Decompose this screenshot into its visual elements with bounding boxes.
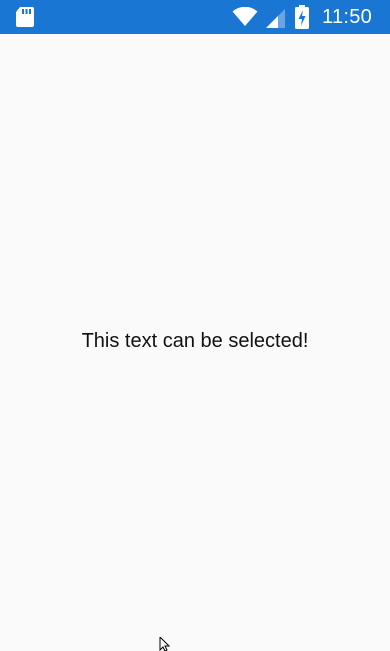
sd-card-icon (16, 7, 34, 27)
selectable-text-label[interactable]: This text can be selected! (0, 330, 390, 353)
mouse-pointer-icon (159, 637, 171, 651)
wifi-icon (232, 7, 258, 26)
cellular-signal-icon (266, 9, 285, 28)
battery-charging-icon (295, 5, 309, 29)
main-content: This text can be selected! (0, 34, 390, 651)
status-bar-time: 11:50 (322, 6, 373, 28)
status-bar: 11:50 (0, 0, 390, 34)
